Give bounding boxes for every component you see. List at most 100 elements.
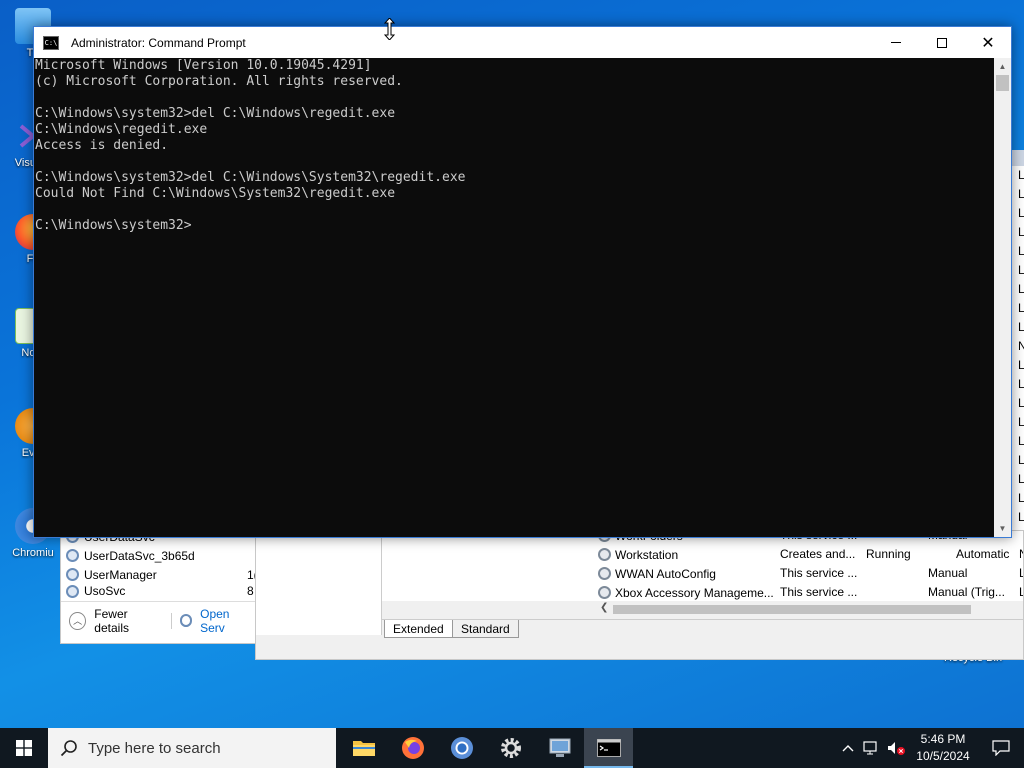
desktop-icon-label: Chromiu bbox=[12, 547, 54, 559]
scrollbar-thumb[interactable] bbox=[996, 75, 1009, 91]
task-manager-footer: ︿ Fewer details Open Serv bbox=[61, 601, 255, 639]
file-explorer-icon bbox=[352, 741, 375, 756]
scroll-up-icon[interactable]: ▲ bbox=[994, 58, 1011, 75]
list-item: L bbox=[1018, 358, 1024, 372]
console-line: C:\Windows\system32> bbox=[35, 218, 192, 233]
close-button[interactable]: ✕ bbox=[965, 27, 1011, 58]
service-logon: L bbox=[1019, 585, 1023, 599]
list-item[interactable]: UsoSvc 8 bbox=[61, 584, 255, 598]
maximize-button[interactable] bbox=[919, 27, 965, 58]
list-item: L bbox=[1018, 263, 1024, 277]
chevron-up-icon[interactable] bbox=[836, 728, 860, 768]
console-line: Microsoft Windows [Version 10.0.19045.42… bbox=[35, 58, 372, 73]
list-item[interactable]: UserManager 1( bbox=[61, 565, 255, 584]
list-item: L bbox=[1018, 377, 1024, 391]
chevron-up-icon[interactable]: ︿ bbox=[69, 611, 87, 630]
list-item: L bbox=[1018, 453, 1024, 467]
volume-muted-icon[interactable] bbox=[884, 728, 908, 768]
taskbar-control-panel[interactable] bbox=[535, 728, 584, 768]
taskbar-clock[interactable]: 5:46 PM 10/5/2024 bbox=[908, 731, 978, 765]
column-header bbox=[1012, 150, 1024, 166]
vertical-scrollbar[interactable]: ▲ ▼ bbox=[994, 58, 1011, 537]
chevron-left-icon[interactable]: ❮ bbox=[600, 602, 608, 613]
taskbar-command-prompt[interactable] bbox=[584, 728, 633, 768]
list-item: L bbox=[1018, 282, 1024, 296]
service-name: WWAN AutoConfig bbox=[615, 566, 716, 581]
service-gear-icon bbox=[66, 584, 79, 598]
divider bbox=[170, 612, 172, 629]
service-name: Xbox Accessory Manageme... bbox=[615, 585, 774, 600]
console-line: C:\Windows\system32>del C:\Windows\reged… bbox=[35, 106, 396, 121]
chromium-icon bbox=[450, 737, 473, 759]
clock-time: 5:46 PM bbox=[920, 732, 966, 746]
service-name: UserManager bbox=[84, 567, 157, 582]
list-item: L bbox=[1018, 396, 1024, 410]
maximize-icon bbox=[937, 37, 947, 48]
taskbar-search-box[interactable]: Type here to search bbox=[48, 728, 336, 768]
command-prompt-icon bbox=[596, 739, 621, 757]
taskbar-firefox[interactable] bbox=[388, 728, 437, 768]
command-prompt-window[interactable]: C:\ Administrator: Command Prompt ✕ Micr… bbox=[33, 26, 1012, 538]
firefox-icon bbox=[401, 737, 424, 759]
table-row[interactable]: WWAN AutoConfig bbox=[598, 564, 716, 583]
search-icon bbox=[60, 740, 77, 757]
list-item: L bbox=[1018, 244, 1024, 258]
notification-center-button[interactable] bbox=[978, 740, 1024, 756]
network-icon[interactable] bbox=[860, 728, 884, 768]
table-row[interactable]: Workstation bbox=[598, 545, 678, 564]
services-tab-bar: Extended Standard bbox=[382, 619, 1023, 638]
list-item: L bbox=[1018, 187, 1024, 201]
list-item: N bbox=[1018, 339, 1024, 353]
service-name: UserDataSvc_3b65d bbox=[84, 548, 195, 563]
services-icon bbox=[179, 614, 193, 627]
service-gear-icon bbox=[598, 586, 611, 599]
title-bar[interactable]: C:\ Administrator: Command Prompt ✕ bbox=[34, 27, 1011, 58]
list-item: L bbox=[1018, 434, 1024, 448]
clock-date: 10/5/2024 bbox=[916, 749, 970, 763]
service-gear-icon bbox=[66, 549, 79, 562]
taskbar-settings[interactable] bbox=[486, 728, 535, 768]
list-item: L bbox=[1018, 225, 1024, 239]
service-startup-type: Manual (Trig... bbox=[928, 585, 1005, 599]
list-item: L bbox=[1018, 320, 1024, 334]
list-item: L bbox=[1018, 415, 1024, 429]
services-window: WorkFolders This service ... Manual Work… bbox=[255, 530, 1024, 660]
taskbar-chromium[interactable] bbox=[437, 728, 486, 768]
command-prompt-icon: C:\ bbox=[43, 35, 59, 50]
list-item: L bbox=[1018, 168, 1024, 182]
table-row[interactable]: Xbox Accessory Manageme... bbox=[598, 583, 774, 602]
resize-cursor-icon bbox=[384, 18, 395, 40]
service-startup-type: Manual bbox=[928, 566, 968, 580]
minimize-button[interactable] bbox=[873, 27, 919, 58]
horizontal-scrollbar[interactable]: ❮ bbox=[597, 601, 1023, 618]
service-logon: L bbox=[1019, 566, 1023, 580]
scroll-down-icon[interactable]: ▼ bbox=[994, 520, 1011, 537]
notification-icon bbox=[992, 740, 1010, 756]
start-button[interactable] bbox=[0, 728, 48, 768]
console-output[interactable]: Microsoft Windows [Version 10.0.19045.42… bbox=[34, 58, 994, 537]
window-title: Administrator: Command Prompt bbox=[71, 35, 246, 50]
console-line: Access is denied. bbox=[35, 138, 169, 153]
service-gear-icon bbox=[598, 548, 611, 561]
tab-standard[interactable]: Standard bbox=[452, 620, 519, 638]
service-gear-icon bbox=[66, 568, 79, 581]
open-services-link[interactable]: Open Serv bbox=[200, 607, 255, 635]
fewer-details-link[interactable]: Fewer details bbox=[94, 607, 162, 635]
taskbar-file-explorer[interactable] bbox=[339, 728, 388, 768]
system-tray: 5:46 PM 10/5/2024 bbox=[836, 728, 1024, 768]
tab-extended[interactable]: Extended bbox=[384, 620, 453, 638]
list-item: L bbox=[1018, 472, 1024, 486]
service-name: UsoSvc bbox=[84, 584, 126, 598]
scrollbar-thumb[interactable] bbox=[613, 605, 971, 614]
console-line: (c) Microsoft Corporation. All rights re… bbox=[35, 74, 403, 89]
console-line: C:\Windows\system32>del C:\Windows\Syste… bbox=[35, 170, 466, 185]
console-line: C:\Windows\regedit.exe bbox=[35, 122, 208, 137]
list-item: L bbox=[1018, 491, 1024, 505]
list-item[interactable]: UserDataSvc_3b65d bbox=[61, 546, 255, 565]
task-manager-window: UserDataSvc UserDataSvc_3b65d UserManage… bbox=[60, 530, 256, 644]
service-description: This service ... bbox=[780, 566, 858, 580]
service-logon: N bbox=[1019, 547, 1023, 561]
gear-icon bbox=[500, 738, 521, 758]
services-list: WorkFolders This service ... Manual Work… bbox=[382, 531, 1023, 601]
